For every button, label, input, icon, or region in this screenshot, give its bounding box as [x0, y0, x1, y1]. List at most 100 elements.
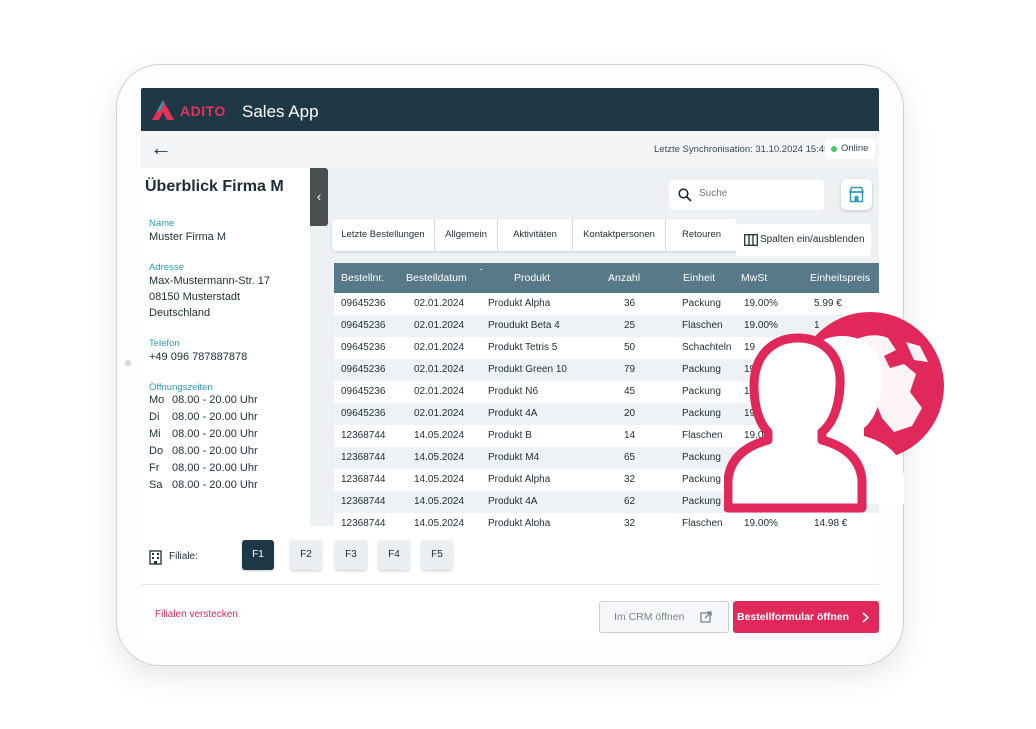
- table-cell: 02.01.2024: [414, 408, 465, 419]
- column-header-anzahl[interactable]: Anzahl: [608, 272, 640, 284]
- overview-title: Überblick Firma M: [145, 178, 284, 195]
- branch-button-f3[interactable]: F3: [335, 540, 367, 570]
- table-cell: 02.01.2024: [414, 364, 465, 375]
- phone-label: Telefon: [149, 338, 180, 349]
- table-cell: 09645236: [341, 320, 386, 331]
- tab-kontaktpersonen[interactable]: Kontaktpersonen: [573, 219, 666, 251]
- hours-row: Fr 08.00 - 20.00 Uhr: [149, 462, 258, 474]
- table-cell: Produkt 4A: [488, 408, 538, 419]
- table-cell: 14.98 €: [814, 518, 848, 526]
- tab-retouren[interactable]: Retouren: [666, 219, 737, 251]
- app-header: ADITO Sales App: [141, 88, 879, 131]
- table-cell: 02.01.2024: [414, 298, 465, 309]
- table-cell: Produkt Green 10: [488, 364, 567, 375]
- app-title: Sales App: [242, 102, 319, 121]
- table-cell: Produkt M4: [488, 452, 540, 463]
- table-cell: 02.01.2024: [414, 320, 465, 331]
- column-header-einheit[interactable]: Einheit: [683, 272, 715, 284]
- search-icon: [678, 188, 692, 202]
- columns-icon: [744, 234, 758, 246]
- table-cell: Packung: [682, 364, 721, 375]
- sync-status-text: Letzte Synchronisation: 31.10.2024 15:45: [654, 144, 830, 155]
- address-label: Adresse: [149, 262, 184, 273]
- table-cell: Flaschen: [682, 518, 723, 526]
- table-cell: 09645236: [341, 342, 386, 353]
- table-cell: Packung: [682, 298, 721, 309]
- table-cell: Packung: [682, 452, 721, 463]
- address-line-1: Max-Mustermann-Str. 17: [149, 275, 271, 287]
- column-header-bestellnr[interactable]: Bestellnr.: [341, 272, 384, 284]
- search-input[interactable]: [697, 187, 816, 200]
- table-cell: 45: [624, 386, 636, 397]
- table-cell: 65: [624, 452, 636, 463]
- store-icon: [848, 186, 865, 203]
- table-cell: Produkt Tetris 5: [488, 342, 558, 353]
- detail-tabs: Letzte Bestellungen Allgemein Aktivitäte…: [332, 219, 737, 251]
- table-cell: 50: [624, 342, 636, 353]
- chevron-right-icon: [862, 612, 869, 623]
- column-header-bestelldatum[interactable]: Bestelldatum: [406, 272, 467, 284]
- tab-aktivitaeten[interactable]: Aktivitäten: [498, 219, 573, 251]
- branch-button-f4[interactable]: F4: [378, 540, 410, 570]
- opening-hours-list: Mo 08.00 - 20.00 Uhr Di 08.00 - 20.00 Uhr …: [149, 394, 258, 496]
- back-arrow-icon[interactable]: ←: [150, 135, 172, 161]
- table-header: Bestellnr. Bestelldatum ˇ Produkt Anzahl…: [334, 263, 879, 293]
- tab-letzte-bestellungen[interactable]: Letzte Bestellungen: [332, 219, 435, 251]
- hours-row: Sa 08.00 - 20.00 Uhr: [149, 479, 258, 491]
- table-cell: Flaschen: [682, 320, 723, 331]
- hours-row: Di 08.00 - 20.00 Uhr: [149, 411, 258, 423]
- overview-panel: Überblick Firma M Name Muster Firma M Ad…: [141, 168, 310, 526]
- name-label: Name: [149, 218, 175, 229]
- toggle-columns-button[interactable]: Spalten ein/ausblenden: [736, 224, 871, 256]
- table-cell: 14.05.2024: [414, 518, 465, 526]
- hours-row: Do 08.00 - 20.00 Uhr: [149, 445, 258, 457]
- table-cell: 09645236: [341, 364, 386, 375]
- table-cell: 12368744: [341, 430, 386, 441]
- name-value: Muster Firma M: [149, 231, 226, 243]
- branch-button-f1[interactable]: F1: [242, 540, 274, 570]
- tablet-camera-dot: [125, 360, 131, 366]
- table-cell: 12368744: [341, 452, 386, 463]
- table-cell: Packung: [682, 474, 721, 485]
- table-cell: Produkt Alpha: [488, 518, 551, 526]
- table-cell: 14.05.2024: [414, 452, 465, 463]
- store-button[interactable]: [841, 179, 872, 210]
- hide-branches-link[interactable]: Filialen verstecken: [155, 609, 238, 620]
- column-header-produkt[interactable]: Produkt: [514, 272, 550, 284]
- open-in-crm-label: Im CRM öffnen: [614, 611, 685, 623]
- table-cell: 25: [624, 320, 636, 331]
- status-dot-icon: [831, 146, 837, 152]
- column-header-einheitspreis[interactable]: Einheitspreis: [810, 272, 870, 284]
- table-cell: 09645236: [341, 386, 386, 397]
- table-cell: 14.05.2024: [414, 430, 465, 441]
- tab-allgemein[interactable]: Allgemein: [435, 219, 498, 251]
- sort-indicator-icon: ˇ: [480, 268, 483, 277]
- open-order-form-button[interactable]: Bestellformular öffnen: [733, 601, 879, 633]
- branch-button-f5[interactable]: F5: [421, 540, 453, 570]
- building-icon: [149, 550, 162, 565]
- online-status-badge: Online: [825, 139, 876, 159]
- table-cell: Produkt Alpha: [488, 474, 551, 485]
- branch-button-f2[interactable]: F2: [290, 540, 322, 570]
- table-cell: Produkt Alpha: [488, 298, 551, 309]
- table-cell: 36: [624, 298, 636, 309]
- toggle-columns-label: Spalten ein/ausblenden: [760, 234, 865, 245]
- table-cell: 09645236: [341, 298, 386, 309]
- open-in-crm-button[interactable]: Im CRM öffnen: [599, 601, 729, 633]
- brand-name: ADITO: [180, 103, 226, 119]
- column-header-mwst[interactable]: MwSt: [741, 272, 767, 284]
- table-cell: 14.05.2024: [414, 496, 465, 507]
- search-box[interactable]: [669, 180, 824, 210]
- global-contact-overlay-icon: [724, 312, 944, 513]
- table-cell: 12368744: [341, 518, 386, 526]
- table-cell: 09645236: [341, 408, 386, 419]
- external-link-icon: [700, 611, 712, 623]
- address-line-2: 08150 Musterstadt: [149, 291, 241, 303]
- open-order-form-label: Bestellformular öffnen: [737, 611, 850, 623]
- footer-bar: Filialen verstecken Im CRM öffnen Bestel…: [141, 584, 879, 641]
- adito-logo-icon: [152, 100, 174, 120]
- table-cell: 12368744: [341, 474, 386, 485]
- collapse-panel-button[interactable]: ‹: [310, 168, 328, 226]
- hours-row: Mi 08.00 - 20.00 Uhr: [149, 428, 258, 440]
- table-cell: 12368744: [341, 496, 386, 507]
